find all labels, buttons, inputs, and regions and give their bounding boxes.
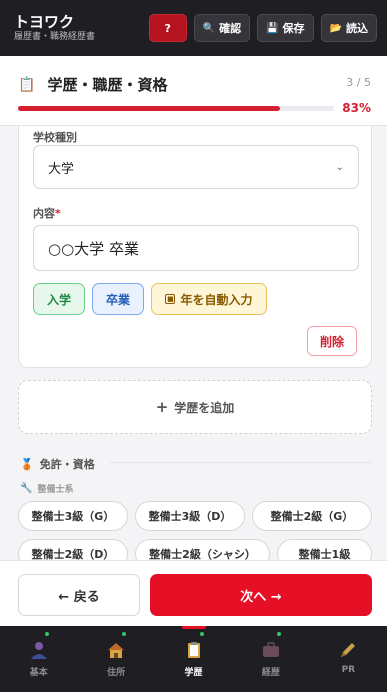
done-dot xyxy=(122,632,127,636)
brand: トヨワク 履歴書・職務経歴書 xyxy=(14,13,142,43)
license-group-label: 🔧 整備士系 xyxy=(20,482,73,495)
clipboard-icon: 📋 xyxy=(18,76,36,93)
section-title-text: 学歴・職歴・資格 xyxy=(47,76,168,94)
action-bar: ← 戻る 次へ → xyxy=(0,560,387,626)
load-label: 読込 xyxy=(346,22,368,35)
back-button[interactable]: ← 戻る xyxy=(18,574,140,616)
save-button[interactable]: 💾 保存 xyxy=(257,14,314,42)
confirm-button[interactable]: 🔍 確認 xyxy=(193,14,251,42)
tab-address[interactable]: 住所 xyxy=(77,626,154,692)
wrench-icon: 🔧 xyxy=(20,483,33,494)
save-label: 保存 xyxy=(282,22,305,35)
content-label: 内容* xyxy=(33,205,61,221)
person-icon xyxy=(29,641,49,659)
add-education-button[interactable]: + 学歴を追加 xyxy=(18,380,372,434)
license-pill[interactable]: 整備士3級（G） xyxy=(18,501,128,531)
progress-fill xyxy=(18,106,281,111)
divider xyxy=(110,462,372,463)
progress-bar xyxy=(18,106,334,111)
tab-education[interactable]: 学歴 xyxy=(155,626,232,692)
done-dot xyxy=(44,632,49,636)
section-title: 📋 学歴・職歴・資格 xyxy=(18,74,167,95)
tab-pr[interactable]: PR xyxy=(310,626,387,692)
calendar-icon: ■ xyxy=(165,294,176,304)
license-pill[interactable]: 整備士3級（D） xyxy=(135,501,245,531)
school-type-label: 学校種別 xyxy=(33,131,77,144)
tab-label: 経歴 xyxy=(261,668,280,678)
app-name: トヨワク xyxy=(14,13,75,31)
plus-icon: + xyxy=(155,398,169,416)
delete-button[interactable]: 削除 xyxy=(307,326,357,356)
active-indicator xyxy=(181,626,206,629)
content-label-text: 内容 xyxy=(33,207,55,220)
tab-label: 基本 xyxy=(29,668,48,678)
form-scroll-area[interactable]: 学校種別 大学 ⌄ 内容* ○○大学 卒業 入学 卒業 ■ 年を自動入力 削除 … xyxy=(0,126,387,560)
license-pill[interactable]: 整備士1級 xyxy=(277,539,372,560)
licenses-heading-text: 免許・資格 xyxy=(39,458,95,471)
confirm-label: 確認 xyxy=(219,22,242,35)
school-type-select[interactable]: 大学 ⌄ xyxy=(33,145,359,189)
done-dot xyxy=(199,632,204,636)
add-education-label: 学歴を追加 xyxy=(174,400,235,415)
education-entry-card: 学校種別 大学 ⌄ 内容* ○○大学 卒業 入学 卒業 ■ 年を自動入力 削除 xyxy=(18,126,372,368)
chevron-down-icon: ⌄ xyxy=(335,161,344,173)
licenses-heading: 🥉 免許・資格 xyxy=(20,456,95,472)
enter-chip[interactable]: 入学 xyxy=(33,283,85,315)
next-button[interactable]: 次へ → xyxy=(150,574,372,616)
house-icon xyxy=(106,641,126,659)
graduate-chip[interactable]: 卒業 xyxy=(92,283,144,315)
content-input[interactable]: ○○大学 卒業 xyxy=(33,225,359,271)
required-mark: * xyxy=(55,207,61,220)
done-dot xyxy=(276,632,281,636)
tab-label: PR xyxy=(341,665,356,675)
magnifier-icon: 🔍 xyxy=(202,22,216,34)
auto-year-chip[interactable]: ■ 年を自動入力 xyxy=(151,283,267,315)
tab-label: 学歴 xyxy=(184,668,203,678)
content-input-value: ○○大学 卒業 xyxy=(48,239,139,258)
step-indicator: 3 / 5 xyxy=(346,76,371,89)
clipboard-icon xyxy=(184,641,204,659)
license-pill[interactable]: 整備士2級（D） xyxy=(18,539,128,560)
section-header: 📋 学歴・職歴・資格 3 / 5 83% xyxy=(0,56,387,126)
bottom-tab-bar: 基本 住所 学歴 経歴 PR xyxy=(0,626,387,692)
load-button[interactable]: 📂 読込 xyxy=(320,14,377,42)
medal-icon: 🥉 xyxy=(20,457,34,471)
briefcase-icon xyxy=(261,641,281,659)
license-pill[interactable]: 整備士2級（G） xyxy=(252,501,372,531)
app-header: トヨワク 履歴書・職務経歴書 ? 🔍 確認 💾 保存 📂 読込 xyxy=(0,0,387,56)
help-button[interactable]: ? xyxy=(148,14,187,42)
help-label: ? xyxy=(164,21,171,35)
license-pill[interactable]: 整備士2級（シャシ） xyxy=(135,539,270,560)
progress-percent: 83% xyxy=(342,101,371,115)
tab-label: 住所 xyxy=(107,668,126,678)
auto-year-label: 年を自動入力 xyxy=(180,292,253,307)
pen-icon xyxy=(338,641,358,659)
license-group-text: 整備士系 xyxy=(37,485,74,495)
folder-icon: 📂 xyxy=(329,22,342,34)
tab-basic[interactable]: 基本 xyxy=(0,626,77,692)
app-subtitle: 履歴書・職務経歴書 xyxy=(14,32,96,42)
tab-career[interactable]: 経歴 xyxy=(232,626,309,692)
school-type-value: 大学 xyxy=(48,161,75,177)
floppy-disk-icon: 💾 xyxy=(266,22,279,34)
